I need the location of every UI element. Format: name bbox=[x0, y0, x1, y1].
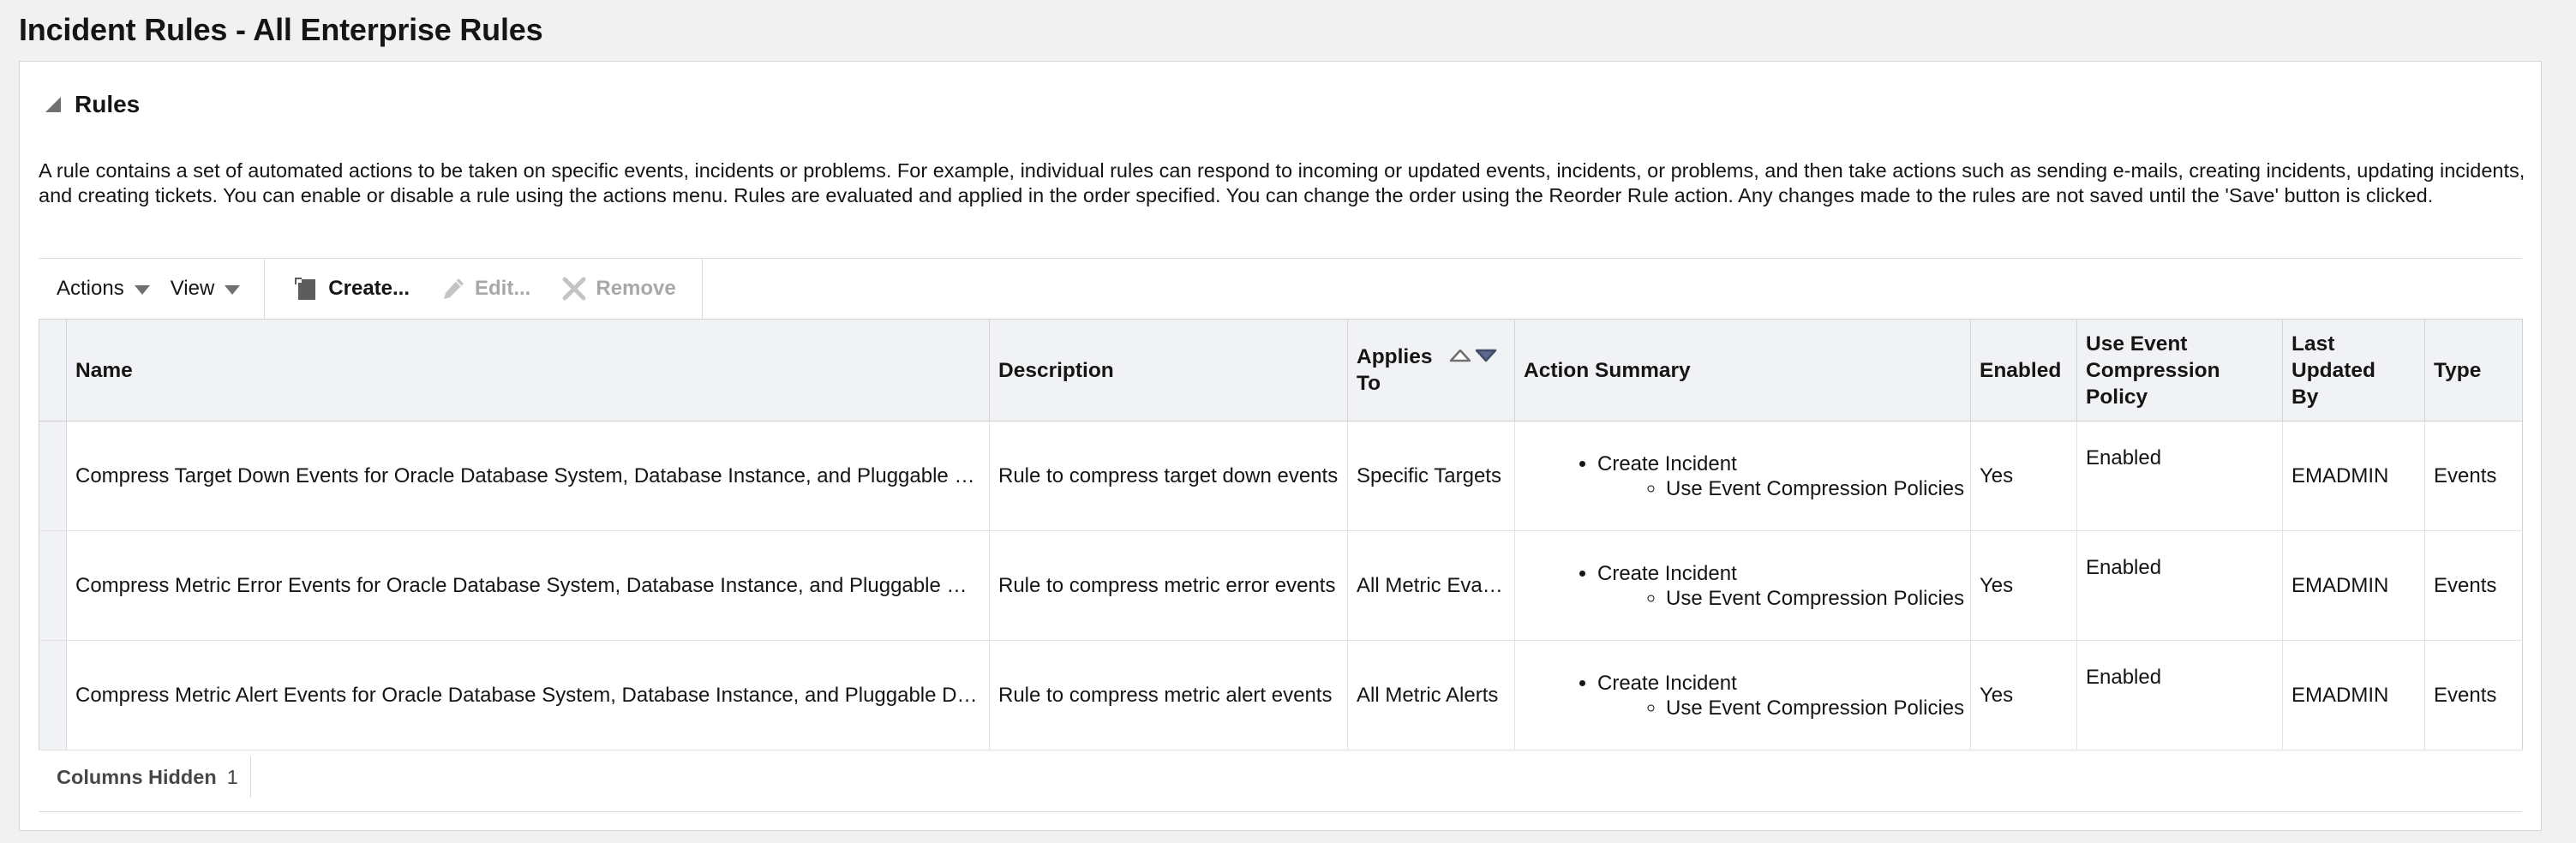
sub-action-item: Use Event Compression Policies bbox=[1666, 696, 1965, 720]
sort-icons bbox=[1448, 345, 1500, 366]
toolbar-separator bbox=[701, 259, 703, 319]
actions-menu-label: Actions bbox=[57, 277, 124, 300]
column-header-last-updated-by[interactable]: Last Updated By bbox=[2282, 319, 2425, 422]
row-selector[interactable] bbox=[39, 530, 67, 641]
column-header-action-summary[interactable]: Action Summary bbox=[1514, 319, 1971, 422]
edit-button-label: Edit... bbox=[475, 277, 531, 300]
edit-button[interactable]: Edit... bbox=[423, 259, 544, 319]
row-selector-header bbox=[39, 319, 67, 422]
rule-updated-by: EMADMIN bbox=[2282, 530, 2425, 641]
rule-applies-to: All Metric Alerts bbox=[1347, 640, 1515, 750]
remove-button-label: Remove bbox=[596, 277, 676, 300]
columns-hidden-label: Columns Hidden bbox=[57, 765, 217, 788]
remove-button[interactable]: Remove bbox=[544, 259, 689, 319]
rule-name: Compress Metric Alert Events for Oracle … bbox=[66, 640, 990, 750]
rules-panel: Rules A rule contains a set of automated… bbox=[19, 61, 2542, 831]
section-title: Rules bbox=[75, 91, 141, 117]
column-header-enabled[interactable]: Enabled bbox=[1970, 319, 2077, 422]
collapse-triangle-icon[interactable] bbox=[45, 97, 61, 112]
sort-ascending-icon[interactable] bbox=[1449, 349, 1471, 362]
caret-down-icon bbox=[134, 285, 150, 295]
column-header-applies-to[interactable]: Applies To bbox=[1347, 319, 1515, 422]
rule-enabled: Yes bbox=[1970, 530, 2077, 641]
table-header-row: Name Description Applies To Action Summa… bbox=[39, 319, 2523, 422]
rule-applies-to: Specific Targets bbox=[1347, 421, 1515, 531]
rule-enabled: Yes bbox=[1970, 421, 2077, 531]
rule-type: Events bbox=[2424, 421, 2523, 531]
row-selector[interactable] bbox=[39, 640, 67, 750]
table-row[interactable]: Compress Metric Error Events for Oracle … bbox=[39, 530, 2523, 641]
rule-type: Events bbox=[2424, 640, 2523, 750]
column-header-description[interactable]: Description bbox=[989, 319, 1348, 422]
view-menu[interactable]: View bbox=[153, 259, 258, 319]
row-selector[interactable] bbox=[39, 421, 67, 531]
rules-section-header[interactable]: Rules bbox=[45, 86, 140, 123]
rule-compression-policy: Enabled bbox=[2076, 421, 2283, 531]
rule-enabled: Yes bbox=[1970, 640, 2077, 750]
rule-updated-by: EMADMIN bbox=[2282, 640, 2425, 750]
sub-action-item: Use Event Compression Policies bbox=[1666, 476, 1965, 500]
sort-descending-icon[interactable] bbox=[1475, 349, 1496, 362]
create-button[interactable]: Create... bbox=[277, 259, 423, 319]
rules-description: A rule contains a set of automated actio… bbox=[39, 159, 2525, 206]
document-new-icon bbox=[294, 276, 320, 302]
columns-hidden-count[interactable]: 1 bbox=[227, 756, 251, 798]
create-button-label: Create... bbox=[328, 277, 410, 300]
rule-applies-to: All Metric Evaluation Errors bbox=[1347, 530, 1515, 641]
pencil-icon bbox=[440, 276, 466, 302]
divider bbox=[39, 811, 2522, 812]
column-header-name[interactable]: Name bbox=[66, 319, 990, 422]
table-row[interactable]: Compress Target Down Events for Oracle D… bbox=[39, 421, 2523, 531]
view-menu-label: View bbox=[170, 277, 215, 300]
rules-table: Name Description Applies To Action Summa… bbox=[39, 319, 2523, 750]
table-row[interactable]: Compress Metric Alert Events for Oracle … bbox=[39, 640, 2523, 750]
page-title: Incident Rules - All Enterprise Rules bbox=[19, 12, 543, 47]
rule-name: Compress Metric Error Events for Oracle … bbox=[66, 530, 990, 641]
column-header-compression-policy[interactable]: Use Event Compression Policy bbox=[2076, 319, 2283, 422]
column-header-type[interactable]: Type bbox=[2424, 319, 2523, 422]
rule-description: Rule to compress metric error events bbox=[989, 530, 1348, 641]
action-item: Create Incident bbox=[1597, 561, 1737, 585]
table-toolbar: Actions View Create... Edit... Remove bbox=[39, 259, 715, 319]
rule-action-summary: Create Incident Use Event Compression Po… bbox=[1514, 421, 1971, 531]
toolbar-separator bbox=[264, 259, 266, 319]
sub-action-item: Use Event Compression Policies bbox=[1666, 586, 1965, 610]
table-footer: Columns Hidden 1 bbox=[39, 751, 251, 803]
rule-type: Events bbox=[2424, 530, 2523, 641]
rule-compression-policy: Enabled bbox=[2076, 530, 2283, 641]
rule-updated-by: EMADMIN bbox=[2282, 421, 2425, 531]
caret-down-icon bbox=[225, 285, 241, 295]
actions-menu[interactable]: Actions bbox=[39, 259, 153, 319]
rule-name: Compress Target Down Events for Oracle D… bbox=[66, 421, 990, 531]
rule-description: Rule to compress metric alert events bbox=[989, 640, 1348, 750]
action-item: Create Incident bbox=[1597, 451, 1737, 475]
action-item: Create Incident bbox=[1597, 671, 1737, 695]
rule-action-summary: Create Incident Use Event Compression Po… bbox=[1514, 530, 1971, 641]
rule-description: Rule to compress target down events bbox=[989, 421, 1348, 531]
rule-action-summary: Create Incident Use Event Compression Po… bbox=[1514, 640, 1971, 750]
x-icon bbox=[561, 276, 587, 302]
rule-compression-policy: Enabled bbox=[2076, 640, 2283, 750]
